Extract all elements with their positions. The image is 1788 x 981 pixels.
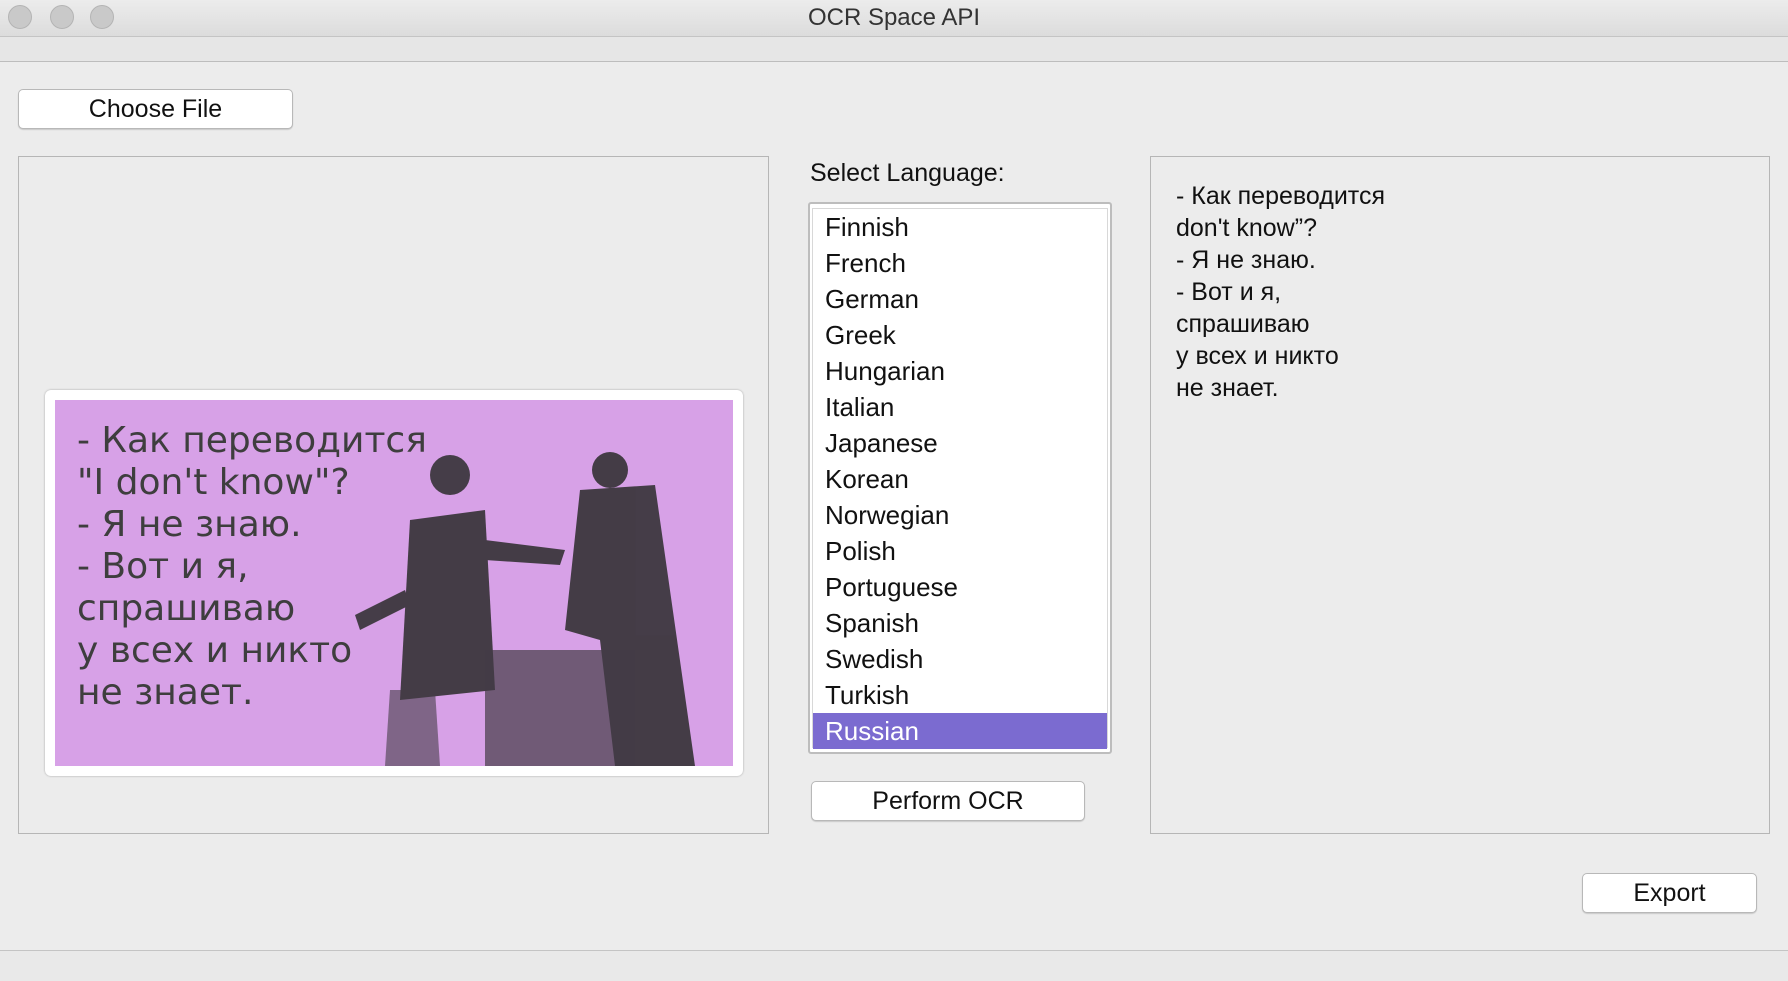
language-option-german[interactable]: German [813,281,1107,317]
preview-image: - Как переводится "I don't know"? - Я не… [45,390,743,776]
language-option-turkish[interactable]: Turkish [813,677,1107,713]
illustration-figures [355,452,695,766]
window-title: OCR Space API [807,4,981,31]
language-option-russian[interactable]: Russian [813,713,1107,749]
language-option-greek[interactable]: Greek [813,317,1107,353]
language-option-french[interactable]: French [813,245,1107,281]
bottom-strip [0,950,1788,981]
choose-file-button[interactable]: Choose File [18,89,293,129]
perform-ocr-button[interactable]: Perform OCR [811,781,1085,821]
language-option-italian[interactable]: Italian [813,389,1107,425]
language-option-finnish[interactable]: Finnish [813,209,1107,245]
language-option-portuguese[interactable]: Portuguese [813,569,1107,605]
language-option-polish[interactable]: Polish [813,533,1107,569]
meme-image: - Как переводится "I don't know"? - Я не… [55,400,733,766]
language-option-korean[interactable]: Korean [813,461,1107,497]
language-option-japanese[interactable]: Japanese [813,425,1107,461]
ocr-result-text[interactable]: - Как переводится don't know”? - Я не зн… [1176,180,1385,404]
export-button[interactable]: Export [1582,873,1757,913]
language-option-spanish[interactable]: Spanish [813,605,1107,641]
language-option-norwegian[interactable]: Norwegian [813,497,1107,533]
language-option-hungarian[interactable]: Hungarian [813,353,1107,389]
language-option-swedish[interactable]: Swedish [813,641,1107,677]
language-listbox[interactable]: Finnish French German Greek Hungarian Italian… [808,202,1112,754]
select-language-label: Select Language: [810,159,1005,187]
title-bar: OCR Space API [0,0,1788,37]
toolbar-strip [0,37,1788,62]
